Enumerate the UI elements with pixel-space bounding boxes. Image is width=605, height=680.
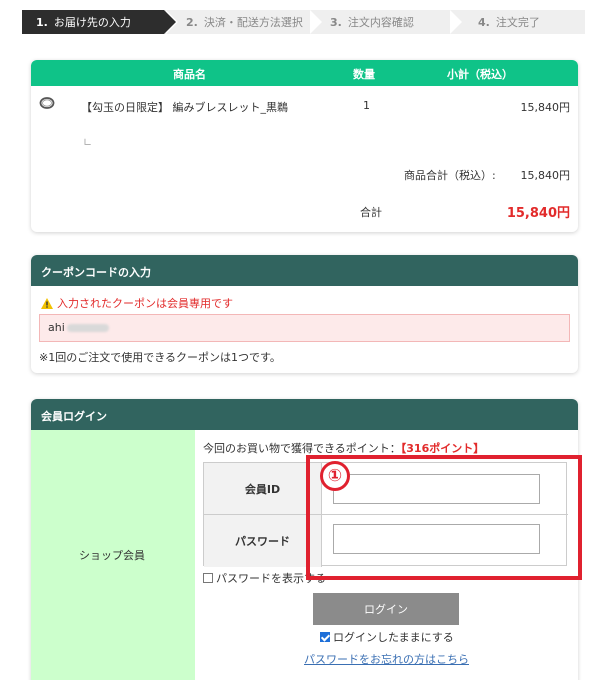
- product-name[interactable]: 【勾玉の日限定】 編みブレスレット_黒鵜: [81, 99, 288, 115]
- checkbox-unchecked-icon[interactable]: [203, 573, 213, 583]
- points-value: 【316ポイント】: [400, 442, 485, 455]
- coupon-panel: クーポンコードの入力 入力されたクーポンは会員専用です ahi ※1回のご注文で…: [31, 255, 578, 373]
- subtotal-label: 商品合計（税込）:: [404, 169, 496, 182]
- coupon-warning: 入力されたクーポンは会員専用です: [41, 295, 233, 311]
- points-prefix: 今回のお買い物で獲得できるポイント：: [203, 442, 401, 455]
- checkbox-checked-icon[interactable]: [320, 632, 330, 642]
- coupon-code-value: ahi: [48, 321, 65, 334]
- redacted-mask: [66, 324, 109, 332]
- shop-member-cell: ショップ会員: [31, 430, 195, 680]
- product-quantity: 1: [363, 99, 370, 112]
- coupon-note: ※1回のご注文で使用できるクーポンは1つです。: [39, 351, 281, 364]
- option-branch-icon: ∟: [83, 136, 93, 149]
- order-table-header: 商品名 数量 小計（税込）: [31, 60, 578, 86]
- bracelet-thumbnail-icon[interactable]: [39, 96, 55, 110]
- total-label: 合計: [360, 206, 382, 219]
- header-subtotal: 小計（税込）: [447, 68, 513, 81]
- step-1-shipping: 1. お届け先の入力: [22, 10, 178, 34]
- step-number: 2.: [186, 15, 198, 29]
- coupon-code-input[interactable]: ahi: [39, 314, 570, 342]
- warning-text: 入力されたクーポンは会員専用です: [57, 297, 233, 310]
- coupon-title: クーポンコードの入力: [31, 255, 578, 286]
- header-product-name: 商品名: [173, 68, 206, 81]
- step-number: 1.: [36, 15, 48, 29]
- annotation-number: ①: [320, 461, 350, 491]
- keep-logged-in-label: ログインしたままにする: [333, 631, 454, 644]
- header-quantity: 数量: [353, 68, 375, 81]
- step-label: お届け先の入力: [53, 16, 131, 29]
- member-id-label: 会員ID: [204, 463, 322, 515]
- warning-icon: [41, 297, 53, 309]
- login-button[interactable]: ログイン: [313, 593, 459, 625]
- shop-member-label: ショップ会員: [79, 549, 145, 562]
- step-label: 決済・配送方法選択: [203, 16, 303, 29]
- step-4-complete: 4. 注文完了: [448, 10, 585, 34]
- step-label: 注文完了: [495, 16, 540, 29]
- step-number: 3.: [330, 15, 342, 29]
- step-number: 4.: [478, 15, 490, 29]
- order-summary: 商品名 数量 小計（税込） 【勾玉の日限定】 編みブレスレット_黒鵜 1 15,…: [31, 60, 578, 232]
- forgot-password-link[interactable]: パスワードをお忘れの方はこちら: [304, 651, 469, 667]
- step-2-payment: 2. 決済・配送方法選択: [164, 10, 322, 34]
- subtotal-value: 15,840円: [520, 169, 571, 182]
- points-info: 今回のお買い物で獲得できるポイント：【316ポイント】: [203, 440, 484, 456]
- password-label: パスワード: [204, 515, 322, 567]
- step-3-confirm: 3. 注文内容確認: [308, 10, 462, 34]
- keep-logged-in-checkbox[interactable]: ログインしたままにする: [320, 629, 454, 645]
- login-title: 会員ログイン: [31, 399, 578, 430]
- total-value: 15,840円: [506, 206, 570, 221]
- checkout-steps: 1. お届け先の入力 2. 決済・配送方法選択 3. 注文内容確認 4. 注文完…: [22, 10, 585, 34]
- step-label: 注文内容確認: [347, 16, 414, 29]
- product-price: 15,840円: [520, 101, 571, 114]
